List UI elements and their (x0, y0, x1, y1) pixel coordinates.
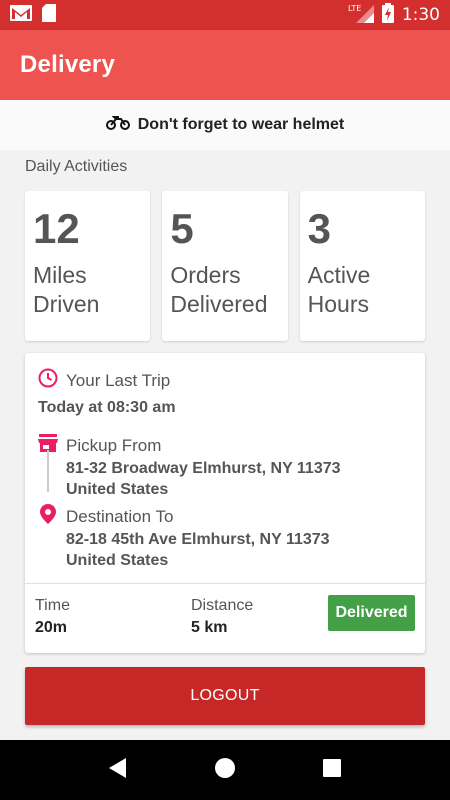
location-pin-icon (38, 504, 58, 529)
stat-value: 5 (170, 205, 194, 252)
status-bar: LTE 1:30 (0, 0, 450, 30)
app-bar: Delivery (0, 30, 450, 100)
card-divider (25, 583, 425, 584)
system-nav-bar (0, 740, 450, 800)
destination-address-line2: United States (66, 552, 169, 569)
clock-time: 1:30 (401, 5, 440, 25)
daily-activities-label: Daily Activities (25, 158, 128, 175)
page-title: Delivery (20, 51, 115, 78)
stat-label: Active Hours (307, 262, 371, 317)
pickup-address-line1: 81-32 Broadway Elmhurst, NY 11373 (66, 460, 341, 477)
trip-timeline (47, 450, 49, 492)
stat-label: Miles Driven (33, 262, 100, 317)
trip-distance-label: Distance (191, 597, 254, 614)
last-trip-card[interactable]: Your Last Trip Today at 08:30 am Pickup … (25, 353, 425, 653)
signal-icon: LTE (348, 3, 374, 28)
pickup-address: 81-32 Broadway Elmhurst, NY 11373 United… (66, 458, 341, 500)
helmet-notice-text: Don't forget to wear helmet (137, 116, 345, 133)
destination-address: 82-18 45th Ave Elmhurst, NY 11373 United… (66, 529, 330, 571)
clock-icon (38, 368, 58, 393)
pickup-label: Pickup From (66, 435, 162, 455)
status-badge: Delivered (328, 595, 415, 631)
trip-time-label: Time (35, 597, 70, 614)
stat-card-orders: 5 Orders Delivered (162, 191, 288, 341)
home-icon[interactable] (214, 757, 236, 784)
daily-stats: 12 Miles Driven 5 Orders Delivered 3 Act… (25, 191, 425, 341)
motorcycle-icon (105, 115, 130, 136)
destination-header: Destination To (38, 504, 173, 529)
sd-card-icon (42, 3, 56, 27)
back-icon[interactable] (108, 757, 128, 784)
battery-charging-icon (381, 2, 394, 28)
trip-time: Time 20m (35, 597, 70, 637)
pickup-header: Pickup From (38, 434, 161, 457)
helmet-notice: Don't forget to wear helmet (0, 100, 450, 150)
logout-button[interactable]: LOGOUT (25, 667, 425, 725)
stat-label: Orders Delivered (170, 262, 268, 317)
trip-distance-value: 5 km (191, 619, 228, 636)
trip-datetime: Today at 08:30 am (38, 399, 176, 416)
last-trip-header: Your Last Trip (38, 368, 170, 393)
destination-label: Destination To (66, 506, 174, 526)
trip-time-value: 20m (35, 619, 68, 636)
recents-icon[interactable] (322, 758, 342, 783)
stat-card-hours: 3 Active Hours (299, 191, 425, 341)
last-trip-heading: Your Last Trip (66, 370, 171, 390)
stat-value: 12 (33, 205, 80, 252)
destination-address-line1: 82-18 45th Ave Elmhurst, NY 11373 (66, 531, 330, 548)
stat-value: 3 (307, 205, 332, 252)
network-type-label: LTE (348, 4, 361, 13)
pickup-address-line2: United States (66, 481, 169, 498)
gmail-icon (10, 4, 32, 26)
trip-distance: Distance 5 km (191, 597, 253, 637)
stat-card-miles: 12 Miles Driven (25, 191, 151, 341)
